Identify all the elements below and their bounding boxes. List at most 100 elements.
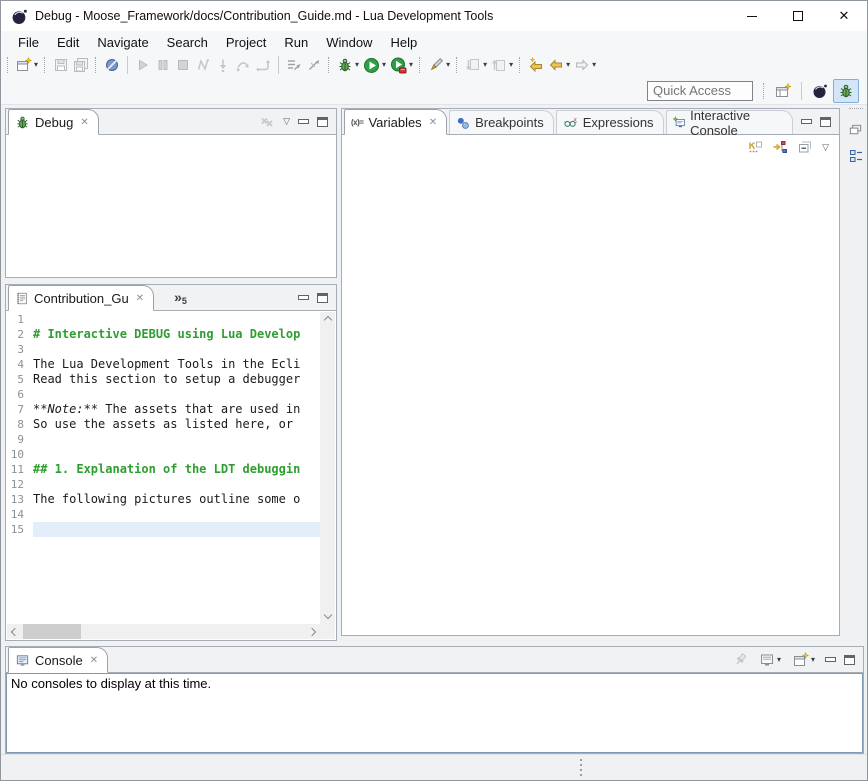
scroll-down-icon[interactable] [323, 611, 331, 619]
save-all-button[interactable] [71, 54, 91, 76]
run-button[interactable]: ▾ [361, 54, 388, 76]
maximize-view-icon[interactable] [820, 117, 831, 127]
last-edit-location-button[interactable] [526, 54, 546, 76]
back-button[interactable]: ▾ [546, 54, 572, 76]
dropdown-icon[interactable]: ▾ [566, 61, 570, 69]
line-text[interactable] [33, 432, 320, 447]
scrollbar-thumb[interactable] [23, 624, 81, 639]
dropdown-icon[interactable]: ▾ [483, 61, 487, 69]
toolbar-grip[interactable] [7, 57, 10, 73]
maximize-view-icon[interactable] [844, 655, 855, 665]
editor-line[interactable]: 1 [7, 312, 320, 327]
editor-line[interactable]: 7**Note:** The assets that are used in [7, 402, 320, 417]
line-text[interactable]: # Interactive DEBUG using Lua Develop [33, 327, 320, 342]
toolbar-grip[interactable] [519, 57, 522, 73]
dropdown-icon[interactable]: ▾ [446, 61, 450, 69]
editor-lines[interactable]: 12# Interactive DEBUG using Lua Develop3… [7, 312, 320, 623]
editor-line[interactable]: 5Read this section to setup a debugger [7, 372, 320, 387]
line-text[interactable]: Read this section to setup a debugger [33, 372, 320, 387]
toolbar-grip[interactable] [456, 57, 459, 73]
toolbar-grip[interactable] [419, 57, 422, 73]
maximize-view-icon[interactable] [317, 293, 328, 303]
editor-vertical-scrollbar[interactable] [320, 312, 335, 623]
dropdown-icon[interactable]: ▾ [509, 61, 513, 69]
use-step-filters-button[interactable] [284, 54, 304, 76]
editor-line[interactable]: 8So use the assets as listed here, or [7, 417, 320, 432]
editor-line[interactable]: 9 [7, 432, 320, 447]
editor-line[interactable]: 14 [7, 507, 320, 522]
remove-all-terminated-icon[interactable] [259, 114, 275, 130]
dropdown-icon[interactable]: ▾ [592, 61, 596, 69]
show-type-names-icon[interactable] [747, 139, 763, 155]
tab-interactive-console[interactable]: Interactive Console [666, 110, 793, 134]
toolbar-grip[interactable] [44, 57, 47, 73]
dropdown-icon[interactable]: ▾ [409, 61, 413, 69]
tab-variables[interactable]: (x)= Variables ✕ [344, 109, 447, 135]
hidden-editors-chevron[interactable]: »5 [174, 289, 187, 306]
scroll-up-icon[interactable] [323, 316, 331, 324]
line-text[interactable]: The following pictures outline some o [33, 492, 320, 507]
debug-button[interactable]: ▾ [335, 54, 361, 76]
debug-perspective-button[interactable] [833, 79, 859, 103]
display-selected-console-button[interactable]: ▾ [757, 649, 783, 671]
line-text[interactable] [33, 387, 320, 402]
collapse-all-icon[interactable] [797, 139, 813, 155]
dropdown-icon[interactable]: ▾ [355, 61, 359, 69]
step-over-button[interactable] [233, 54, 253, 76]
minimize-view-icon[interactable] [298, 295, 309, 300]
menu-help[interactable]: Help [381, 33, 426, 52]
dropdown-icon[interactable]: ▾ [777, 656, 781, 664]
close-tab-icon[interactable]: ✕ [429, 117, 437, 128]
editor-line[interactable]: 4The Lua Development Tools in the Ecli [7, 357, 320, 372]
editor-line[interactable]: 6 [7, 387, 320, 402]
editor-line[interactable]: 3 [7, 342, 320, 357]
open-perspective-button[interactable] [770, 79, 796, 103]
debug-view-body[interactable] [6, 135, 336, 277]
line-text[interactable] [33, 522, 320, 537]
coverage-button[interactable]: ▾ [388, 54, 415, 76]
editor-horizontal-scrollbar[interactable] [7, 624, 320, 639]
menu-project[interactable]: Project [217, 33, 275, 52]
disconnect-button[interactable] [193, 54, 213, 76]
editor-line[interactable]: 13The following pictures outline some o [7, 492, 320, 507]
tab-debug[interactable]: Debug ✕ [8, 109, 99, 135]
lua-perspective-button[interactable] [807, 79, 833, 103]
resume-button[interactable] [133, 54, 153, 76]
maximize-view-icon[interactable] [317, 117, 328, 127]
view-menu-icon[interactable]: ▽ [283, 117, 290, 126]
skip-all-breakpoints-button[interactable] [102, 54, 122, 76]
line-text[interactable]: The Lua Development Tools in the Ecli [33, 357, 320, 372]
toolbar-grip[interactable] [763, 83, 766, 99]
forward-button[interactable]: ▾ [572, 54, 598, 76]
step-return-button[interactable] [253, 54, 273, 76]
close-tab-icon[interactable]: ✕ [136, 293, 144, 304]
view-menu-icon[interactable]: ▽ [822, 143, 829, 152]
menu-navigate[interactable]: Navigate [88, 33, 157, 52]
editor-line[interactable]: 11## 1. Explanation of the LDT debuggin [7, 462, 320, 477]
save-button[interactable] [51, 54, 71, 76]
quick-access-input[interactable] [647, 81, 753, 101]
close-window-button[interactable]: ✕ [821, 1, 867, 31]
editor-line[interactable]: 10 [7, 447, 320, 462]
close-tab-icon[interactable]: ✕ [80, 117, 88, 128]
minimize-view-icon[interactable] [825, 657, 836, 662]
minimize-view-icon[interactable] [801, 119, 812, 124]
pin-console-icon[interactable] [733, 652, 749, 668]
close-tab-icon[interactable]: ✕ [90, 655, 98, 666]
new-wizard-button[interactable]: ▾ [14, 54, 40, 76]
line-text[interactable] [33, 477, 320, 492]
minimize-view-icon[interactable] [298, 119, 309, 124]
minimize-window-button[interactable] [729, 1, 775, 31]
menu-window[interactable]: Window [317, 33, 381, 52]
previous-annotation-button[interactable]: ▾ [489, 54, 515, 76]
trim-grip[interactable] [849, 108, 863, 111]
dropdown-icon[interactable]: ▾ [811, 656, 815, 664]
line-text[interactable] [33, 342, 320, 357]
tab-console[interactable]: Console ✕ [8, 647, 108, 673]
tab-contribution-guide[interactable]: Contribution_Gu ✕ [8, 285, 154, 311]
line-text[interactable]: **Note:** The assets that are used in [33, 402, 320, 417]
tab-breakpoints[interactable]: Breakpoints [449, 110, 554, 134]
dropdown-icon[interactable]: ▾ [382, 61, 386, 69]
show-logical-structures-icon[interactable] [772, 139, 788, 155]
scroll-left-icon[interactable] [11, 627, 19, 635]
